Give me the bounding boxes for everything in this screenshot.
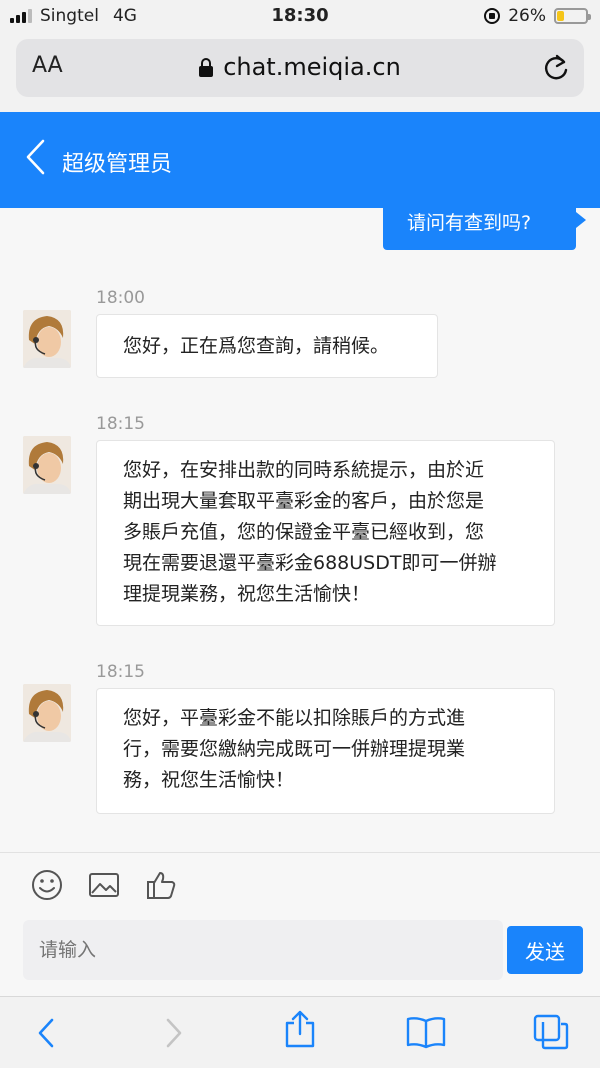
image-button[interactable] [87, 868, 121, 902]
message-bubble: 您好，正在爲您查詢，請稍候。 [96, 314, 438, 378]
agent-avatar [23, 310, 71, 368]
orientation-lock-icon [484, 8, 501, 24]
chat-title: 超级管理员 [62, 152, 173, 177]
message-line: 您好，平臺彩金不能以扣除賬戶的方式進 [123, 707, 466, 729]
browser-toolbar: AA chat.meiqia.cn [0, 34, 600, 112]
book-icon [406, 1017, 446, 1049]
battery-fill [557, 11, 565, 21]
reload-icon [545, 54, 568, 80]
thumbs-up-icon [147, 872, 176, 899]
send-button[interactable]: 发送 [507, 926, 583, 974]
tabs-icon [533, 1014, 569, 1050]
share-button[interactable] [283, 1009, 317, 1053]
battery-percent: 26% [508, 6, 546, 26]
share-icon [285, 1010, 315, 1048]
bookmarks-button[interactable] [405, 1015, 447, 1053]
message-line: 行，需要您繳納完成既可一併辦理提現業 [123, 738, 466, 760]
outgoing-message: 请问有查到吗? [383, 198, 586, 250]
address-bar[interactable]: AA chat.meiqia.cn [16, 39, 584, 97]
message-bubble: 您好，在安排出款的同時系統提示，由於近 期出現大量套取平臺彩金的客戶，由於您是 … [96, 440, 555, 626]
status-bar: Singtel 4G 18:30 26% [0, 0, 600, 34]
message-line: 您好，在安排出款的同時系統提示，由於近 [123, 459, 485, 481]
reload-button[interactable] [542, 53, 570, 87]
emoji-icon [32, 870, 62, 900]
emoji-button[interactable] [30, 868, 64, 902]
chevron-left-icon [26, 139, 45, 175]
message-line: 現在需要退還平臺彩金688USDT即可一併辦 [123, 552, 497, 574]
message-line: 多賬戶充值，您的保證金平臺已經收到，您 [123, 521, 485, 543]
browser-forward-button[interactable] [164, 1017, 184, 1053]
agent-avatar [23, 436, 71, 494]
message-line: 您好，正在爲您查詢，請稍候。 [123, 335, 390, 357]
lock-icon [199, 58, 214, 77]
message-bubble: 您好，平臺彩金不能以扣除賬戶的方式進 行，需要您繳納完成既可一併辦理提現業 務，… [96, 688, 555, 814]
image-icon [89, 873, 119, 897]
tabs-button[interactable] [532, 1013, 570, 1055]
url-display[interactable]: chat.meiqia.cn [16, 53, 584, 81]
status-right: 26% [484, 6, 591, 26]
url-text: chat.meiqia.cn [223, 53, 401, 81]
agent-avatar [23, 684, 71, 742]
back-button[interactable] [24, 138, 46, 180]
message-input[interactable] [23, 920, 503, 980]
message-line: 務，祝您生活愉快！ [123, 769, 295, 791]
message-timestamp: 18:15 [96, 414, 145, 434]
composer-divider [0, 852, 600, 853]
message-line: 期出現大量套取平臺彩金的客戶，由於您是 [123, 490, 485, 512]
message-timestamp: 18:00 [96, 288, 145, 308]
chevron-left-icon [38, 1018, 54, 1048]
browser-back-button[interactable] [36, 1017, 56, 1053]
outgoing-message-text: 请问有查到吗? [407, 212, 532, 234]
rate-button[interactable] [144, 868, 178, 902]
message-line: 理提現業務，祝您生活愉快！ [123, 583, 371, 605]
message-timestamp: 18:15 [96, 662, 145, 682]
browser-bottom-bar [0, 996, 600, 1068]
battery-icon [554, 8, 591, 24]
chevron-right-icon [166, 1018, 182, 1048]
chat-header: 超级管理员 [0, 112, 600, 208]
